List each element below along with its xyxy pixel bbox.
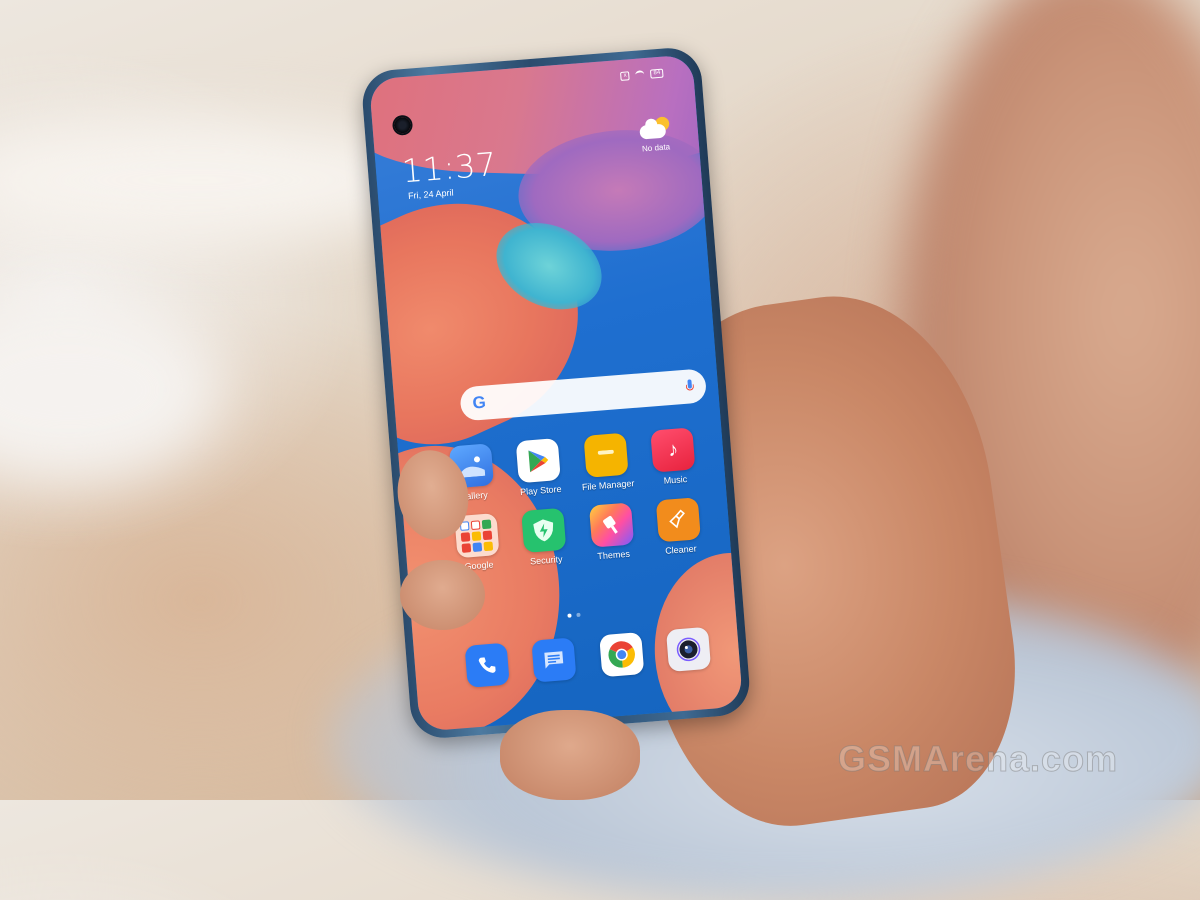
app-label: Music: [663, 473, 688, 486]
finger: [400, 560, 485, 630]
watermark: GSMArena.com: [837, 738, 1119, 780]
app-grid: Gallery Play Store File Manager ♪ Music …: [436, 426, 715, 573]
camera-icon[interactable]: [666, 626, 712, 672]
app-label: Play Store: [519, 483, 562, 498]
google-logo-icon: G: [471, 392, 487, 413]
page-dot[interactable]: [575, 612, 581, 618]
broom-icon: [655, 497, 702, 543]
battery-icon: 84: [650, 68, 664, 79]
app-file-manager[interactable]: File Manager: [570, 432, 642, 493]
app-cleaner[interactable]: Cleaner: [643, 496, 715, 557]
wifi-icon: [635, 70, 645, 80]
phone-icon[interactable]: [464, 642, 510, 688]
sim-icon: x: [620, 71, 631, 81]
chrome-icon[interactable]: [598, 632, 645, 678]
shield-bolt-icon: [521, 507, 567, 553]
brush-icon: [588, 502, 634, 548]
phone-screen: x 84 11:37 Fri, 24 April No data G Galle…: [368, 54, 744, 732]
finger: [500, 710, 640, 800]
app-label: File Manager: [581, 478, 635, 493]
page-dot-active[interactable]: [566, 613, 572, 618]
app-security[interactable]: Security: [509, 507, 581, 568]
smartphone: x 84 11:37 Fri, 24 April No data G Galle…: [360, 45, 752, 741]
weather-widget[interactable]: No data: [639, 116, 672, 153]
app-themes[interactable]: Themes: [576, 501, 648, 562]
message-icon[interactable]: [531, 637, 577, 683]
app-play-store[interactable]: Play Store: [503, 437, 575, 498]
folder-icon: [583, 432, 629, 478]
clock-widget[interactable]: 11:37: [401, 145, 498, 190]
photo-scene: x 84 11:37 Fri, 24 April No data G Galle…: [0, 0, 1200, 900]
mic-icon[interactable]: [685, 379, 694, 394]
app-music[interactable]: ♪ Music: [638, 426, 710, 487]
play-store-icon: [515, 437, 562, 484]
partly-cloudy-icon: [639, 116, 671, 142]
background-blur: [0, 300, 220, 480]
music-note-icon: ♪: [650, 427, 696, 473]
